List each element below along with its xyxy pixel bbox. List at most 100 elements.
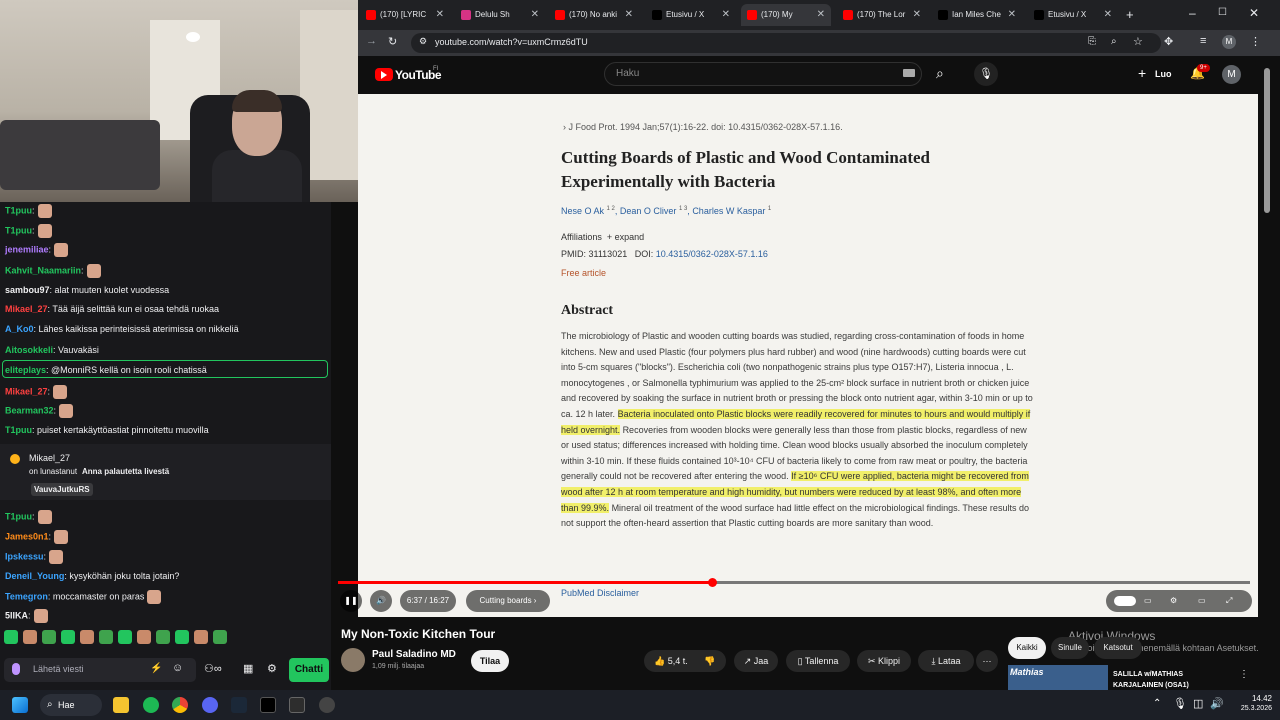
file-explorer-icon[interactable] xyxy=(113,697,129,713)
browser-menu-icon[interactable]: ⋮ xyxy=(1250,35,1261,48)
clip-button[interactable]: ✂ Klippi xyxy=(857,650,911,672)
browser-tab[interactable]: Delulu Sh ✕ xyxy=(455,4,545,26)
chat-username[interactable]: James0n1 xyxy=(5,531,49,541)
browser-tab[interactable]: (170) No anki ✕ xyxy=(549,4,639,26)
search-input[interactable]: Haku xyxy=(604,62,922,86)
emote-icon[interactable] xyxy=(61,630,75,644)
tab-close-icon[interactable]: ✕ xyxy=(625,4,633,26)
emote-icon[interactable] xyxy=(80,630,94,644)
profile-avatar[interactable]: M xyxy=(1222,35,1236,49)
emote-icon[interactable] xyxy=(99,630,113,644)
emote-icon[interactable] xyxy=(23,630,37,644)
tab-close-icon[interactable]: ✕ xyxy=(531,4,539,26)
tab-close-icon[interactable]: ✕ xyxy=(722,4,730,26)
voice-search-icon[interactable]: 🎙 xyxy=(974,62,998,86)
reading-list-icon[interactable]: ≡ xyxy=(1200,35,1206,47)
search-icon[interactable]: ⌕ xyxy=(936,65,944,82)
chat-username[interactable]: Bearman32 xyxy=(5,405,54,415)
microphone-tray-icon[interactable]: 🎙 xyxy=(1173,697,1187,710)
tray-overflow-icon[interactable]: ⌃ xyxy=(1153,698,1161,709)
fullscreen-icon[interactable]: ⤢ xyxy=(1226,590,1232,612)
store-icon[interactable]: ▦ xyxy=(243,662,253,675)
theater-mode-icon[interactable]: ▭ xyxy=(1198,590,1206,612)
spotify-icon[interactable] xyxy=(143,697,159,713)
chat-username[interactable]: eliteplays xyxy=(5,365,46,375)
tab-close-icon[interactable]: ✕ xyxy=(817,4,825,26)
browser-tab[interactable]: Etusivu / X ✕ xyxy=(646,4,736,26)
chat-username[interactable]: 5IIKA xyxy=(5,610,28,620)
pause-button[interactable]: ❚❚ xyxy=(340,590,362,612)
obs-icon[interactable] xyxy=(319,697,335,713)
x-app-icon[interactable] xyxy=(260,697,276,713)
browser-tab[interactable]: Ian Miles Che ✕ xyxy=(932,4,1022,26)
rider-icon[interactable] xyxy=(289,697,305,713)
chat-username[interactable]: jenemiliae xyxy=(5,244,49,254)
like-dislike-button[interactable]: 👍 5,4 t. 👎 xyxy=(644,650,726,672)
chat-username[interactable]: Temegron xyxy=(5,591,48,601)
emote-picker-icon[interactable]: ☺ xyxy=(172,662,183,674)
microphone-icon[interactable] xyxy=(12,663,20,675)
volume-button[interactable]: 🔊 xyxy=(370,590,392,612)
bookmark-star-icon[interactable]: ☆ xyxy=(1133,35,1143,48)
tab-close-icon[interactable]: ✕ xyxy=(436,4,444,26)
install-icon[interactable]: ⎘ xyxy=(1088,36,1096,47)
url-field[interactable]: ⚙ youtube.com/watch?v=uxmCrmz6dTU ⎘ ⌕ ☆ xyxy=(411,33,1161,53)
scrubber-handle[interactable] xyxy=(707,578,717,587)
chat-username[interactable]: Deneil_Young xyxy=(5,571,64,581)
taskbar-search[interactable]: ⌕ Hae xyxy=(40,694,102,716)
chat-username[interactable]: Ipskessu xyxy=(5,551,44,561)
chat-send-button[interactable]: Chatti xyxy=(289,658,329,682)
settings-icon[interactable]: ⚙ xyxy=(267,662,277,675)
emote-icon[interactable] xyxy=(194,630,208,644)
minimize-icon[interactable]: – xyxy=(1189,6,1196,20)
chat-username[interactable]: Kahvit_Naamariin xyxy=(5,265,81,275)
chat-username[interactable]: sambou97 xyxy=(5,285,50,295)
channel-avatar[interactable] xyxy=(341,648,365,672)
emote-icon[interactable] xyxy=(42,630,56,644)
close-window-icon[interactable]: ✕ xyxy=(1249,6,1259,20)
clock-date[interactable]: 25.3.2026 xyxy=(1226,705,1272,712)
clock-time[interactable]: 14.42 xyxy=(1242,694,1272,703)
chat-username[interactable]: Aitosokkeli xyxy=(5,345,53,355)
chat-username[interactable]: T1puu xyxy=(5,205,32,215)
volume-icon[interactable]: 🔊 xyxy=(1210,697,1224,710)
chat-username[interactable]: T1puu xyxy=(5,225,32,235)
bits-icon[interactable]: ⚡ xyxy=(150,663,162,674)
video-player[interactable]: › J Food Prot. 1994 Jan;57(1):16-22. doi… xyxy=(338,94,1258,617)
chip-all[interactable]: Kaikki xyxy=(1008,637,1046,659)
maximize-icon[interactable]: ☐ xyxy=(1218,7,1227,18)
chrome-icon[interactable] xyxy=(172,697,188,713)
zoom-icon[interactable]: ⌕ xyxy=(1111,36,1117,47)
browser-tab[interactable]: (170) My ✕ xyxy=(741,4,831,26)
create-icon[interactable]: + xyxy=(1138,65,1146,81)
subtitles-icon[interactable]: ▭ xyxy=(1144,590,1152,612)
channel-name[interactable]: Paul Saladino MD xyxy=(372,649,456,660)
extensions-icon[interactable]: ✥ xyxy=(1164,35,1173,48)
download-button[interactable]: ⤓ Lataa xyxy=(918,650,974,672)
recommended-thumbnail[interactable]: Mathias xyxy=(1008,665,1108,690)
chat-username[interactable]: T1puu xyxy=(5,425,32,435)
steam-icon[interactable] xyxy=(231,697,247,713)
save-button[interactable]: ▯ Tallenna xyxy=(786,650,850,672)
video-progress-bar[interactable] xyxy=(338,578,1250,587)
emote-icon[interactable] xyxy=(118,630,132,644)
site-info-icon[interactable]: ⚙ xyxy=(419,36,427,47)
chat-username[interactable]: A_Ko0 xyxy=(5,324,34,334)
browser-tab[interactable]: (170) The Lor ✕ xyxy=(837,4,927,26)
more-actions-icon[interactable]: ⋯ xyxy=(976,650,998,672)
recommended-title[interactable]: SALILLA w/MATHIAS KARJALAINEN (OSA1) xyxy=(1113,669,1223,691)
recommended-more-icon[interactable]: ⋮ xyxy=(1239,669,1249,680)
share-button[interactable]: ↗ Jaa xyxy=(734,650,778,672)
emote-icon[interactable] xyxy=(4,630,18,644)
start-icon[interactable] xyxy=(12,697,28,713)
emote-icon[interactable] xyxy=(156,630,170,644)
chip-watched[interactable]: Katsotut xyxy=(1094,637,1142,659)
emote-icon[interactable] xyxy=(213,630,227,644)
forward-icon[interactable]: → xyxy=(366,35,377,47)
new-tab-button[interactable]: + xyxy=(1126,7,1134,22)
chat-input[interactable]: Lähetä viesti ⚡ ☺ xyxy=(4,658,196,682)
browser-tab[interactable]: Etusivu / X ✕ xyxy=(1028,4,1118,26)
tab-close-icon[interactable]: ✕ xyxy=(1104,4,1112,26)
tab-close-icon[interactable]: ✕ xyxy=(913,4,921,26)
points-button-icon[interactable]: ⚇∞ xyxy=(204,662,222,675)
